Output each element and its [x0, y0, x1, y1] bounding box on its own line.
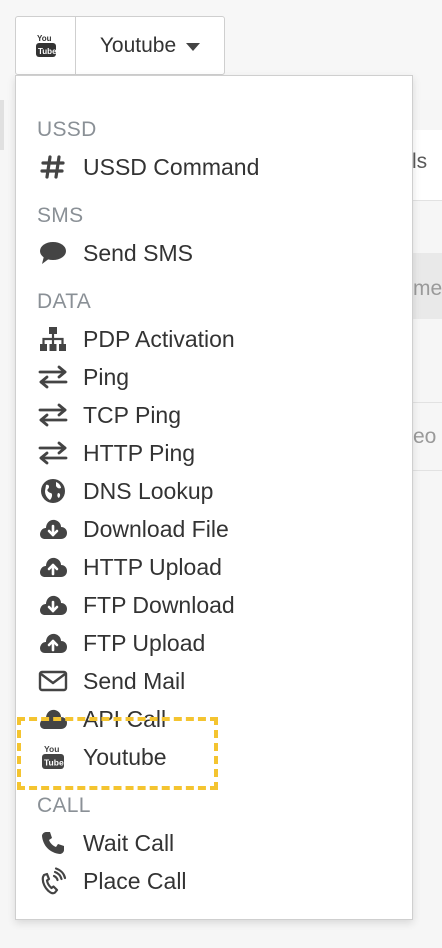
exchange-icon — [37, 361, 69, 393]
menu-item-api-call[interactable]: API Call — [37, 701, 397, 737]
app-dropdown-menu: USSD USSD Command SMS Send SMS DATA PDP … — [15, 75, 413, 920]
svg-text:Tube: Tube — [44, 758, 64, 768]
group-header-call: CALL — [37, 794, 91, 817]
menu-item-label: DNS Lookup — [83, 477, 214, 504]
menu-item-ussd-command[interactable]: USSD Command — [37, 149, 397, 185]
menu-item-wait-call[interactable]: Wait Call — [37, 825, 397, 861]
menu-item-label: Wait Call — [83, 829, 175, 856]
menu-item-tcp-ping[interactable]: TCP Ping — [37, 397, 397, 433]
selected-app-label: Youtube — [99, 33, 177, 57]
menu-item-label: Youtube — [83, 743, 167, 770]
background-divider — [412, 402, 442, 403]
caret-down-icon — [186, 42, 201, 51]
menu-item-http-ping[interactable]: HTTP Ping — [37, 435, 397, 471]
cloud-download-icon — [37, 589, 69, 621]
menu-item-ping[interactable]: Ping — [37, 359, 397, 395]
menu-item-label: FTP Upload — [83, 629, 206, 656]
background-divider — [412, 200, 442, 201]
svg-text:You: You — [44, 744, 59, 754]
youtube-icon: You Tube — [35, 34, 57, 57]
sitemap-icon — [37, 323, 69, 355]
menu-item-label: Download File — [83, 515, 229, 542]
menu-item-ftp-upload[interactable]: FTP Upload — [37, 625, 397, 661]
background-divider — [412, 470, 442, 471]
menu-item-label: Send SMS — [83, 239, 193, 266]
background-text-fragment: eo — [413, 425, 437, 448]
menu-item-dns-lookup[interactable]: DNS Lookup — [37, 473, 397, 509]
app-type-selector: You Tube Youtube — [15, 16, 225, 75]
globe-icon — [37, 475, 69, 507]
app-select-dropdown[interactable]: Youtube — [76, 17, 224, 74]
menu-item-send-mail[interactable]: Send Mail — [37, 663, 397, 699]
cloud-download-icon — [37, 513, 69, 545]
menu-item-label: Place Call — [83, 867, 187, 894]
menu-item-label: API Call — [83, 705, 167, 732]
svg-text:You: You — [37, 34, 52, 43]
menu-item-youtube[interactable]: You Tube Youtube — [37, 739, 397, 775]
phone-icon — [37, 827, 69, 859]
exchange-icon — [37, 437, 69, 469]
hash-icon — [37, 151, 69, 183]
menu-item-pdp-activation[interactable]: PDP Activation — [37, 321, 397, 357]
menu-item-http-upload[interactable]: HTTP Upload — [37, 549, 397, 585]
menu-item-send-sms[interactable]: Send SMS — [37, 235, 397, 271]
exchange-icon — [37, 399, 69, 431]
menu-item-label: Ping — [83, 363, 130, 390]
background-text-fragment: me — [413, 277, 442, 300]
cloud-upload-icon — [37, 627, 69, 659]
cloud-upload-icon — [37, 551, 69, 583]
youtube-icon-button[interactable]: You Tube — [16, 17, 76, 74]
background-edge — [0, 100, 4, 150]
menu-item-label: HTTP Ping — [83, 439, 196, 466]
comment-icon — [37, 237, 69, 269]
menu-item-label: TCP Ping — [83, 401, 182, 428]
menu-item-label: USSD Command — [83, 153, 260, 180]
menu-item-label: FTP Download — [83, 591, 235, 618]
menu-item-download-file[interactable]: Download File — [37, 511, 397, 547]
group-header-data: DATA — [37, 290, 92, 313]
menu-item-label: PDP Activation — [83, 325, 235, 352]
menu-item-place-call[interactable]: Place Call — [37, 863, 397, 899]
menu-item-label: Send Mail — [83, 667, 186, 694]
group-header-ussd: USSD — [37, 118, 97, 141]
svg-text:Tube: Tube — [38, 47, 57, 56]
group-header-sms: SMS — [37, 204, 84, 227]
envelope-icon — [37, 665, 69, 697]
youtube-icon: You Tube — [37, 741, 69, 773]
menu-item-ftp-download[interactable]: FTP Download — [37, 587, 397, 623]
menu-item-label: HTTP Upload — [83, 553, 222, 580]
cloud-icon — [37, 703, 69, 735]
phone-ringing-icon — [37, 865, 69, 897]
background-text-fragment: ls — [412, 150, 428, 173]
